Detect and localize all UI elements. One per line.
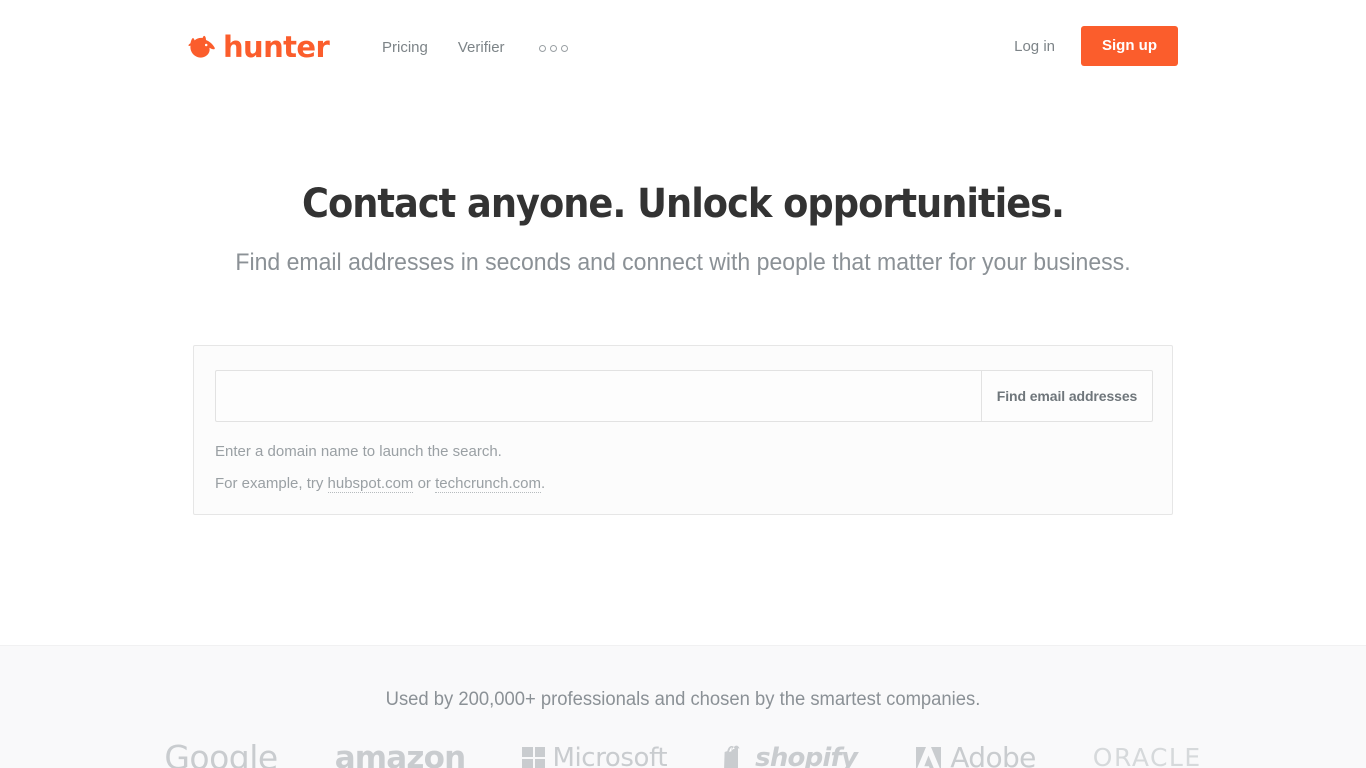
example-link-techcrunch[interactable]: techcrunch.com [435, 475, 541, 493]
logo-adobe-label: Adobe [950, 741, 1036, 768]
nav-item-verifier[interactable]: Verifier [458, 38, 505, 58]
example-prefix: For example, try [215, 475, 328, 492]
shopify-bag-icon [724, 745, 741, 768]
dot-1 [538, 44, 546, 52]
fox-head-icon [188, 35, 215, 58]
ms-square-1 [522, 746, 533, 757]
search-hint: Enter a domain name to launch the search… [215, 443, 502, 460]
search-row: Find email addresses [215, 370, 1153, 422]
logo-oracle: ORACLE [1093, 741, 1202, 768]
site-header: hunter Pricing Verifier Log in Sign up [0, 0, 1366, 124]
nav-item-pricing[interactable]: Pricing [382, 38, 428, 58]
logo-amazon-label: amazon [334, 740, 467, 768]
search-examples: For example, try hubspot.com or techcrun… [215, 473, 545, 495]
hero-section: Contact anyone. Unlock opportunities. Fi… [0, 124, 1366, 280]
page-title: Contact anyone. Unlock opportunities. [301, 181, 1065, 227]
brand-logo[interactable]: hunter [188, 30, 330, 64]
signup-button[interactable]: Sign up [1081, 26, 1178, 66]
dot-2 [549, 44, 557, 52]
logo-oracle-label: ORACLE [1092, 743, 1202, 768]
adobe-a-icon [916, 746, 942, 768]
three-dots-icon[interactable] [537, 41, 570, 56]
logo-adobe: Adobe [914, 741, 1036, 768]
brand-name: hunter [223, 30, 330, 64]
logo-microsoft: Microsoft [522, 741, 668, 768]
logo-shopify-label: shopify [755, 743, 858, 768]
example-separator: or [413, 475, 436, 492]
logo-google: Google [164, 738, 278, 768]
ms-square-3 [522, 759, 533, 768]
logo-microsoft-label: Microsoft [552, 743, 668, 768]
ms-square-4 [535, 759, 546, 768]
logo-google-label: Google [164, 738, 278, 768]
find-email-addresses-button[interactable]: Find email addresses [981, 370, 1153, 422]
page-subtitle: Find email addresses in seconds and conn… [235, 249, 1131, 276]
login-link[interactable]: Log in [1014, 38, 1055, 55]
example-link-hubspot[interactable]: hubspot.com [327, 475, 414, 493]
logo-shopify: shopify [724, 741, 858, 768]
ms-square-2 [535, 746, 546, 757]
domain-search-panel: Find email addresses Enter a domain name… [193, 345, 1173, 515]
main-nav: Pricing Verifier [382, 38, 570, 58]
social-proof-text: Used by 200,000+ professionals and chose… [385, 689, 981, 710]
domain-search-input[interactable] [215, 370, 981, 422]
company-logos: Google amazon Microsoft shopify Adobe OR… [0, 741, 1366, 768]
header-container: hunter Pricing Verifier Log in Sign up [188, 0, 1178, 124]
microsoft-squares-icon [522, 746, 546, 768]
example-suffix: . [541, 475, 546, 492]
logo-amazon: amazon [334, 740, 467, 768]
header-actions: Log in Sign up [1014, 26, 1178, 66]
dot-3 [560, 44, 568, 52]
landing-page: hunter Pricing Verifier Log in Sign up C… [0, 0, 1366, 768]
